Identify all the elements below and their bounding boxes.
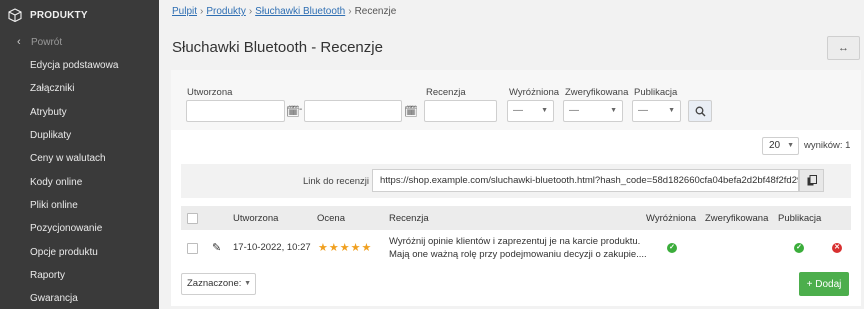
box-icon	[8, 8, 22, 22]
caret-down-icon: ▼	[787, 142, 794, 149]
per-page-value: 20	[769, 140, 781, 151]
filter-verified-value: —	[569, 105, 579, 116]
sidebar-item-duplicates[interactable]: Duplikaty	[0, 124, 159, 147]
results-count: wyników: 1	[804, 140, 851, 151]
page-title: Słuchawki Bluetooth - Recenzje	[172, 39, 383, 56]
pencil-icon[interactable]: ✎	[212, 241, 221, 254]
filter-featured-select[interactable]: — ▼	[507, 100, 554, 122]
check-icon[interactable]: ✓	[794, 243, 804, 253]
column-header-review[interactable]: Recenzja	[389, 213, 429, 224]
per-page-select[interactable]: 20 ▼	[762, 137, 799, 155]
sidebar-item-attributes[interactable]: Atrybuty	[0, 101, 159, 124]
row-review-line2: Mają one ważną rolę przy podejmowaniu de…	[389, 249, 647, 260]
chevron-left-icon: ‹	[17, 36, 21, 48]
column-header-rating[interactable]: Ocena	[317, 213, 345, 224]
sidebar-item-basic-edit[interactable]: Edycja podstawowa	[0, 54, 159, 77]
filter-created-label: Utworzona	[187, 87, 233, 98]
add-button[interactable]: + Dodaj	[799, 272, 849, 296]
table-row: ✎ 17-10-2022, 10:27 ★★★★★ Wyróżnij opini…	[181, 232, 851, 268]
sidebar-item-online-codes[interactable]: Kody online	[0, 170, 159, 193]
date-range-separator: -	[299, 104, 303, 115]
bulk-action-select[interactable]: Zaznaczone: ▼	[181, 273, 256, 295]
sidebar-item-seo[interactable]: Pozycjonowanie	[0, 217, 159, 240]
row-checkbox[interactable]	[187, 243, 198, 254]
filter-featured-value: —	[513, 105, 523, 116]
row-created: 17-10-2022, 10:27	[233, 242, 311, 253]
filter-verified-select[interactable]: — ▼	[563, 100, 623, 122]
breadcrumb-separator: ›	[248, 6, 253, 17]
caret-down-icon: ▼	[244, 280, 251, 287]
filter-published-value: —	[638, 105, 648, 116]
breadcrumb-current: Recenzje	[354, 6, 397, 17]
rating-stars: ★★★★★	[318, 242, 373, 254]
sidebar-item-reports[interactable]: Raporty	[0, 264, 159, 287]
delete-icon[interactable]: ✕	[832, 243, 842, 253]
bulk-action-label: Zaznaczone:	[187, 278, 242, 289]
column-header-created[interactable]: Utworzona	[233, 213, 278, 224]
filter-created-to-input[interactable]	[304, 100, 402, 122]
filters-bar: Utworzona 🗓 - 🗓 Recenzja Wyróżniona — ▼ …	[171, 70, 861, 130]
filter-verified-label: Zweryfikowana	[565, 87, 629, 98]
check-icon[interactable]: ✓	[667, 243, 677, 253]
row-review-line1: Wyróżnij opinie klientów i zaprezentuj j…	[389, 236, 641, 247]
select-all-checkbox[interactable]	[187, 213, 198, 224]
search-button[interactable]	[688, 100, 712, 122]
column-header-verified[interactable]: Zweryfikowana	[705, 213, 768, 224]
filter-published-label: Publikacja	[634, 87, 678, 98]
sidebar-brand[interactable]: PRODUKTY	[0, 0, 159, 30]
breadcrumb-separator: ›	[348, 6, 352, 17]
expand-button[interactable]: ↔	[827, 36, 860, 60]
caret-down-icon: ▼	[541, 107, 548, 114]
caret-down-icon: ▼	[668, 107, 675, 114]
review-link-input[interactable]: https://shop.example.com/sluchawki-bluet…	[372, 169, 799, 192]
filter-created-from-input[interactable]	[186, 100, 285, 122]
calendar-icon[interactable]: 🗓	[286, 105, 300, 118]
sidebar-back-link[interactable]: ‹ Powrót	[0, 30, 159, 54]
copy-button[interactable]	[799, 169, 824, 192]
arrows-horizontal-icon: ↔	[838, 42, 849, 54]
breadcrumb-link-product[interactable]: Słuchawki Bluetooth	[255, 6, 345, 17]
column-header-featured[interactable]: Wyróżniona	[646, 213, 696, 224]
sidebar: PRODUKTY ‹ Powrót Edycja podstawowa Załą…	[0, 0, 159, 309]
filter-review-label: Recenzja	[426, 87, 466, 98]
filter-published-select[interactable]: — ▼	[632, 100, 681, 122]
sidebar-item-product-options[interactable]: Opcje produktu	[0, 240, 159, 263]
column-header-published[interactable]: Publikacja	[778, 213, 821, 224]
caret-down-icon: ▼	[610, 107, 617, 114]
main-content: Pulpit › Produkty › Słuchawki Bluetooth › Rece…	[159, 0, 864, 309]
review-link-label: Link do recenzji	[303, 176, 370, 187]
sidebar-item-warranty[interactable]: Gwarancja	[0, 287, 159, 309]
breadcrumb-link-products[interactable]: Produkty	[206, 6, 245, 17]
sidebar-item-attachments[interactable]: Załączniki	[0, 77, 159, 100]
copy-icon	[807, 175, 817, 186]
breadcrumb-separator: ›	[200, 6, 204, 17]
breadcrumb: Pulpit › Produkty › Słuchawki Bluetooth › Rece…	[172, 6, 396, 17]
sidebar-item-online-files[interactable]: Pliki online	[0, 194, 159, 217]
sidebar-brand-label: PRODUKTY	[30, 9, 88, 21]
filter-featured-label: Wyróżniona	[509, 87, 560, 98]
search-icon	[695, 106, 705, 116]
calendar-icon[interactable]: 🗓	[404, 105, 418, 118]
sidebar-item-currency-prices[interactable]: Ceny w walutach	[0, 147, 159, 170]
review-link-box: Link do recenzji https://shop.example.co…	[181, 164, 851, 198]
breadcrumb-link-dashboard[interactable]: Pulpit	[172, 6, 197, 17]
sidebar-back-label: Powrót	[31, 36, 63, 48]
filter-review-input[interactable]	[424, 100, 497, 122]
reviews-card: Utworzona 🗓 - 🗓 Recenzja Wyróżniona — ▼ …	[171, 70, 861, 306]
reviews-table-header: Utworzona Ocena Recenzja Wyróżniona Zwer…	[181, 206, 851, 230]
